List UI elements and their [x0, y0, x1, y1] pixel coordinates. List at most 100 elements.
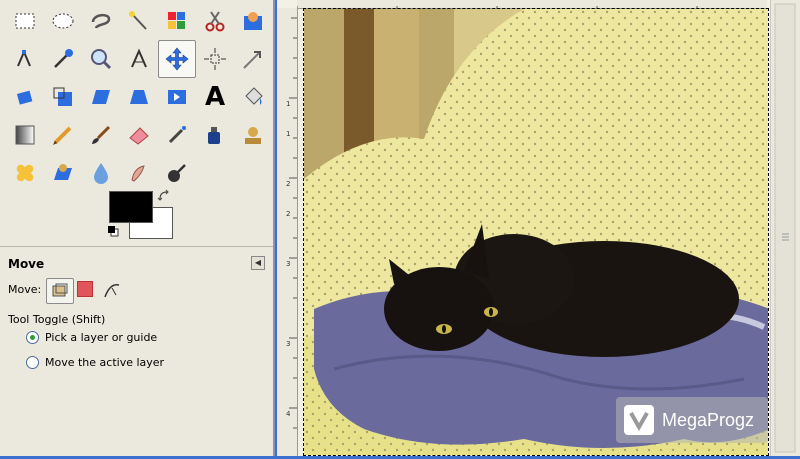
vruler-ticks: 1 1 2 2 3 3 4	[286, 17, 297, 429]
clone-icon	[245, 127, 261, 144]
move-path-button[interactable]	[100, 278, 124, 302]
ellipse-select-icon	[52, 13, 74, 29]
text-tool[interactable]: A	[196, 78, 234, 116]
dodge-burn-tool[interactable]	[158, 154, 196, 192]
bucket-fill-icon	[245, 87, 263, 105]
paths-tool[interactable]	[6, 40, 44, 78]
collapse-arrow-icon[interactable]: ◀	[251, 256, 265, 270]
smudge-icon	[131, 165, 145, 182]
perspective-clone-icon	[54, 164, 72, 180]
shear-tool[interactable]	[82, 78, 120, 116]
paintbrush-icon	[92, 125, 111, 144]
paintbrush-tool[interactable]	[82, 116, 120, 154]
move-layer-button[interactable]	[46, 278, 74, 304]
blur-icon	[94, 163, 108, 184]
eraser-tool[interactable]	[120, 116, 158, 154]
smudge-tool[interactable]	[120, 154, 158, 192]
shear-icon	[92, 90, 110, 104]
zoom-icon	[91, 49, 112, 70]
foreground-color-swatch[interactable]	[109, 191, 153, 223]
radio-move-active-layer[interactable]	[26, 356, 39, 369]
dodge-burn-icon	[168, 164, 186, 182]
watermark: MegaProgz	[616, 397, 768, 443]
heal-tool[interactable]	[6, 154, 44, 192]
panel-divider	[0, 246, 273, 247]
vruler-label: 3	[286, 260, 290, 268]
image-window: 1 1 2 2 3 3 4	[277, 0, 800, 456]
option-pick-layer[interactable]: Pick a layer or guide	[26, 331, 157, 344]
perspective-clone-tool[interactable]	[44, 154, 82, 192]
crop-tool[interactable]	[234, 40, 272, 78]
scale-tool[interactable]	[44, 78, 82, 116]
vruler-label: 1	[286, 100, 290, 108]
perspective-tool[interactable]	[120, 78, 158, 116]
flip-icon	[168, 90, 186, 104]
layer-icon	[52, 283, 68, 297]
move-selection-button[interactable]	[77, 281, 93, 297]
zoom-tool[interactable]	[82, 40, 120, 78]
flip-tool[interactable]	[158, 78, 196, 116]
eraser-icon	[129, 127, 149, 145]
rotate-tool[interactable]	[6, 78, 44, 116]
color-picker-tool[interactable]	[44, 40, 82, 78]
blend-icon	[15, 125, 35, 145]
ink-tool[interactable]	[196, 116, 234, 154]
tool-toggle-label: Tool Toggle (Shift)	[8, 313, 106, 326]
vruler-label: 1	[286, 130, 290, 138]
free-select-tool[interactable]	[82, 2, 120, 40]
move-tool[interactable]	[158, 40, 196, 78]
airbrush-icon	[168, 126, 186, 144]
scrollbar-track	[774, 3, 796, 453]
reset-colors-icon[interactable]	[107, 225, 119, 237]
scale-icon	[53, 87, 72, 106]
clone-tool[interactable]	[234, 116, 272, 154]
free-select-icon	[91, 13, 111, 29]
color-select-tool[interactable]	[158, 2, 196, 40]
vruler-label: 2	[286, 210, 290, 218]
fuzzy-select-tool[interactable]	[120, 2, 158, 40]
vertical-ruler[interactable]: 1 1 2 2 3 3 4	[277, 8, 298, 456]
ink-icon	[208, 127, 220, 144]
measure-tool[interactable]	[120, 40, 158, 78]
option-move-active-layer-label: Move the active layer	[45, 356, 165, 369]
measure-icon	[131, 48, 147, 68]
pencil-tool[interactable]	[44, 116, 82, 154]
perspective-icon	[130, 90, 148, 104]
align-tool[interactable]	[196, 40, 234, 78]
path-icon	[104, 284, 120, 298]
vruler-label: 4	[286, 410, 291, 418]
cat-photo	[304, 9, 768, 455]
color-swatches	[107, 189, 175, 244]
image-canvas[interactable]	[303, 8, 769, 456]
foreground-select-icon	[244, 12, 262, 30]
radio-pick-layer[interactable]	[26, 331, 39, 344]
move-mode-label: Move:	[8, 283, 42, 296]
rect-select-tool[interactable]	[6, 2, 44, 40]
color-select-icon	[168, 12, 185, 29]
tool-options-title: Move	[8, 257, 45, 271]
rect-select-icon	[15, 13, 35, 29]
color-picker-icon	[54, 49, 73, 68]
align-icon	[204, 48, 226, 70]
scissors-tool[interactable]	[196, 2, 234, 40]
option-pick-layer-label: Pick a layer or guide	[45, 331, 158, 344]
paths-icon	[17, 49, 31, 67]
vertical-scrollbar[interactable]	[770, 0, 800, 456]
blend-tool[interactable]	[6, 116, 44, 154]
swap-colors-icon[interactable]	[157, 189, 171, 203]
watermark-text: MegaProgz	[662, 409, 755, 430]
blur-tool[interactable]	[82, 154, 120, 192]
foreground-select-tool[interactable]	[234, 2, 272, 40]
option-move-active-layer[interactable]: Move the active layer	[26, 356, 164, 369]
bucket-fill-tool[interactable]	[234, 78, 272, 116]
scissors-icon	[205, 11, 225, 32]
vruler-label: 2	[286, 180, 290, 188]
fuzzy-select-icon	[129, 11, 147, 30]
megaprogz-logo-icon	[624, 405, 654, 435]
airbrush-tool[interactable]	[158, 116, 196, 154]
text-icon: A	[204, 82, 226, 112]
rotate-icon	[16, 90, 33, 105]
ellipse-select-tool[interactable]	[44, 2, 82, 40]
tools-grid: A	[6, 2, 272, 192]
vruler-label: 3	[286, 340, 290, 348]
